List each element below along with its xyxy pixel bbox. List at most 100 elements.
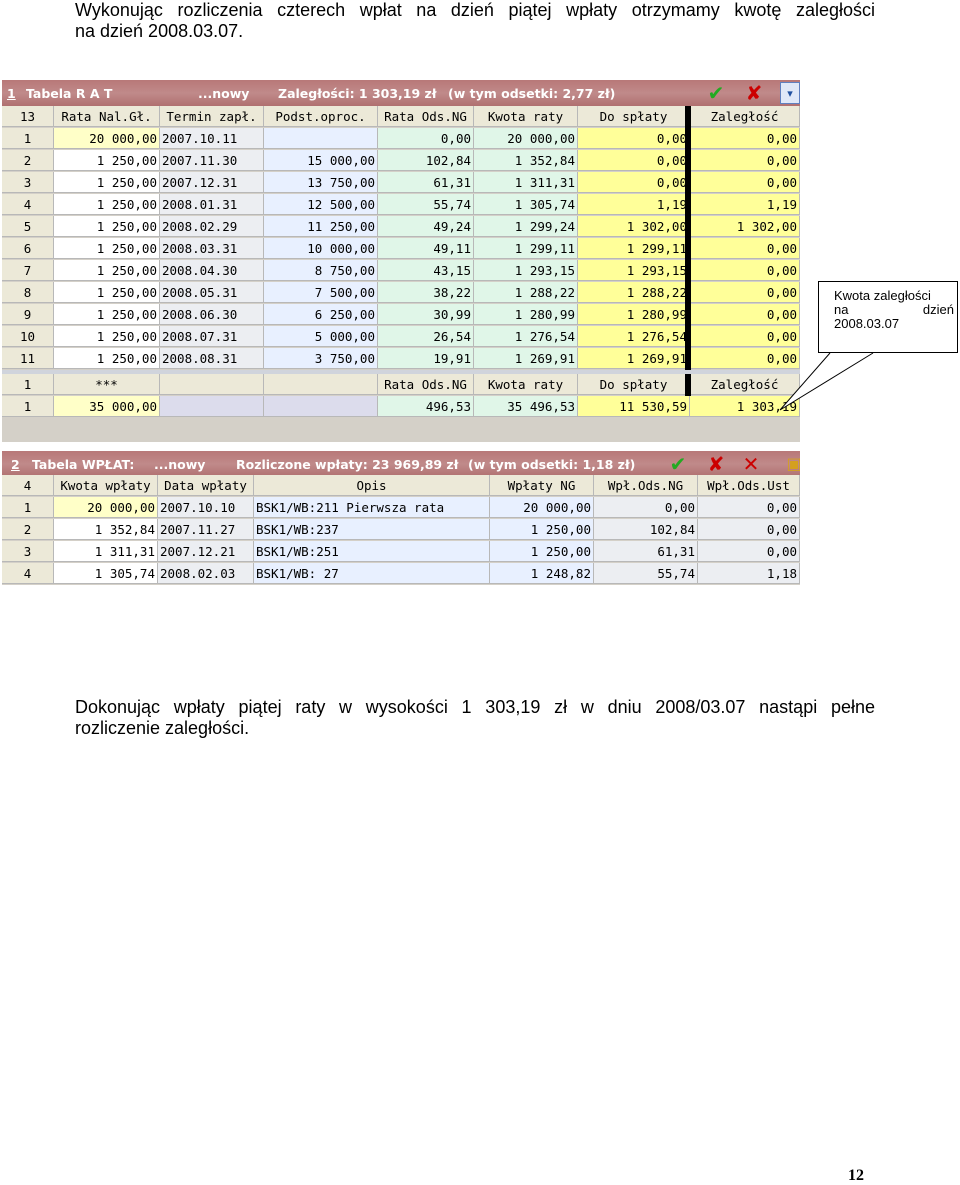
table-cell-rata-ods-ng[interactable]: 19,91 [378,348,474,369]
table-cell-rata-nal-gl[interactable]: 20 000,00 [54,128,160,149]
table-cell-rata-ods-ng[interactable]: 0,00 [378,128,474,149]
table-cell-rata-nal-gl[interactable]: 1 250,00 [54,326,160,347]
table-cell-opis[interactable]: BSK1/WB: 27 [254,563,490,584]
table-cell-rata-ods-ng[interactable]: 49,11 [378,238,474,259]
table-cell-wpl-ods-ust[interactable]: 0,00 [698,497,800,518]
table-cell-zaleglosc[interactable]: 0,00 [690,172,800,193]
table-cell-rata-nal-gl[interactable]: 1 250,00 [54,150,160,171]
table-cell-wplaty-ng[interactable]: 20 000,00 [490,497,594,518]
table-cell-kwota-raty[interactable]: 1 269,91 [474,348,578,369]
column-header-do-splaty[interactable]: Do spłaty [578,106,690,127]
table-cell-wpl-ods-ng[interactable]: 55,74 [594,563,698,584]
table-cell-zaleglosc[interactable]: 0,00 [690,128,800,149]
table-cell-do-splaty[interactable]: 0,00 [578,150,690,171]
table-cell-rata-nal-gl[interactable]: 1 250,00 [54,348,160,369]
table-cell-wpl-ods-ng[interactable]: 61,31 [594,541,698,562]
frozen-column-divider[interactable] [685,106,691,370]
table-cell-rata-nal-gl[interactable]: 1 250,00 [54,304,160,325]
table-cell-termin-zaplaty[interactable]: 2007.10.11 [160,128,264,149]
table-cell-wpl-ods-ng[interactable]: 0,00 [594,497,698,518]
table-cell-termin-zaplaty[interactable]: 2008.03.31 [160,238,264,259]
table-cell-rata-nal-gl[interactable]: 1 250,00 [54,260,160,281]
table-cell-kwota-wplaty[interactable]: 20 000,00 [54,497,158,518]
table-cell-kwota-raty[interactable]: 1 299,11 [474,238,578,259]
check-icon[interactable]: ✔ [705,82,727,104]
table-cell-opis[interactable]: BSK1/WB:211 Pierwsza rata [254,497,490,518]
table-cell-podst-oproc[interactable]: 5 000,00 [264,326,378,347]
table-cell-do-splaty[interactable]: 1 280,99 [578,304,690,325]
table-cell-termin-zaplaty[interactable]: 2008.01.31 [160,194,264,215]
table-cell-wpl-ods-ust[interactable]: 0,00 [698,519,800,540]
table-cell-podst-oproc[interactable]: 10 000,00 [264,238,378,259]
table-cell-kwota-raty[interactable]: 1 305,74 [474,194,578,215]
table-cell-data-wplaty[interactable]: 2007.10.10 [158,497,254,518]
table-cell-termin-zaplaty[interactable]: 2007.11.30 [160,150,264,171]
table-cell-podst-oproc[interactable] [264,128,378,149]
column-header-kwota-wplaty[interactable]: Kwota wpłaty [54,475,158,496]
table-cell-opis[interactable]: BSK1/WB:237 [254,519,490,540]
table-cell-podst-oproc[interactable]: 7 500,00 [264,282,378,303]
table-cell-wpl-ods-ust[interactable]: 1,18 [698,563,800,584]
table-cell-podst-oproc[interactable]: 6 250,00 [264,304,378,325]
table-cell-do-splaty[interactable]: 1 302,00 [578,216,690,237]
table-cell-zaleglosc[interactable]: 0,00 [690,282,800,303]
column-header-zaleglosc[interactable]: Zaległość [690,106,800,127]
table-cell-data-wplaty[interactable]: 2008.02.03 [158,563,254,584]
table-cell-podst-oproc[interactable]: 13 750,00 [264,172,378,193]
table-cell-zaleglosc[interactable]: 1,19 [690,194,800,215]
table-cell-opis[interactable]: BSK1/WB:251 [254,541,490,562]
column-header-wplaty-ng[interactable]: Wpłaty NG [490,475,594,496]
table-cell-zaleglosc[interactable]: 0,00 [690,348,800,369]
table-cell-do-splaty[interactable]: 1 269,91 [578,348,690,369]
table-cell-rata-nal-gl[interactable]: 1 250,00 [54,282,160,303]
table-cell-rata-ods-ng[interactable]: 55,74 [378,194,474,215]
table-cell-podst-oproc[interactable]: 15 000,00 [264,150,378,171]
table-cell-rata-nal-gl[interactable]: 1 250,00 [54,172,160,193]
table-cell-rata-ods-ng[interactable]: 38,22 [378,282,474,303]
table-cell-wplaty-ng[interactable]: 1 250,00 [490,541,594,562]
table-cell-do-splaty[interactable]: 1 288,22 [578,282,690,303]
table-cell-wplaty-ng[interactable]: 1 248,82 [490,563,594,584]
table-cell-podst-oproc[interactable]: 11 250,00 [264,216,378,237]
table-cell-rata-ods-ng[interactable]: 49,24 [378,216,474,237]
table-cell-do-splaty[interactable]: 1,19 [578,194,690,215]
table-cell-rata-ods-ng[interactable]: 102,84 [378,150,474,171]
table-cell-termin-zaplaty[interactable]: 2008.04.30 [160,260,264,281]
lock-icon[interactable]: ▣ [783,453,800,475]
table-cell-do-splaty[interactable]: 1 299,11 [578,238,690,259]
column-header-wpl-ods-ng[interactable]: Wpł.Ods.NG [594,475,698,496]
table-cell-kwota-raty[interactable]: 1 352,84 [474,150,578,171]
table-cell-podst-oproc[interactable]: 12 500,00 [264,194,378,215]
table-cell-kwota-wplaty[interactable]: 1 311,31 [54,541,158,562]
table-cell-wplaty-ng[interactable]: 1 250,00 [490,519,594,540]
column-header-rata-nal-gl[interactable]: Rata Nal.Gł. [54,106,160,127]
column-header-podst-oproc[interactable]: Podst.oproc. [264,106,378,127]
table-cell-wpl-ods-ng[interactable]: 102,84 [594,519,698,540]
table-cell-do-splaty[interactable]: 1 293,15 [578,260,690,281]
frozen-column-divider[interactable] [685,374,691,396]
table-cell-zaleglosc[interactable]: 0,00 [690,304,800,325]
table-cell-zaleglosc[interactable]: 0,00 [690,326,800,347]
table-cell-termin-zaplaty[interactable]: 2008.05.31 [160,282,264,303]
table-cell-kwota-raty[interactable]: 1 288,22 [474,282,578,303]
table-cell-zaleglosc[interactable]: 0,00 [690,260,800,281]
table-cell-do-splaty[interactable]: 0,00 [578,128,690,149]
table-cell-do-splaty[interactable]: 0,00 [578,172,690,193]
table-cell-do-splaty[interactable]: 1 276,54 [578,326,690,347]
table-cell-podst-oproc[interactable]: 3 750,00 [264,348,378,369]
table-cell-zaleglosc[interactable]: 0,00 [690,150,800,171]
table-cell-termin-zaplaty[interactable]: 2008.07.31 [160,326,264,347]
table-cell-kwota-raty[interactable]: 1 276,54 [474,326,578,347]
table-cell-kwota-wplaty[interactable]: 1 352,84 [54,519,158,540]
table-cell-zaleglosc[interactable]: 0,00 [690,238,800,259]
table-cell-termin-zaplaty[interactable]: 2008.06.30 [160,304,264,325]
column-header-wpl-ods-ust[interactable]: Wpł.Ods.Ust [698,475,800,496]
close-icon[interactable]: ✕ [740,453,762,475]
table-cell-termin-zaplaty[interactable]: 2007.12.31 [160,172,264,193]
table-cell-rata-ods-ng[interactable]: 61,31 [378,172,474,193]
table-cell-kwota-raty[interactable]: 1 293,15 [474,260,578,281]
table-cell-rata-ods-ng[interactable]: 43,15 [378,260,474,281]
column-header-opis[interactable]: Opis [254,475,490,496]
table-cell-data-wplaty[interactable]: 2007.11.27 [158,519,254,540]
table-cell-rata-ods-ng[interactable]: 26,54 [378,326,474,347]
